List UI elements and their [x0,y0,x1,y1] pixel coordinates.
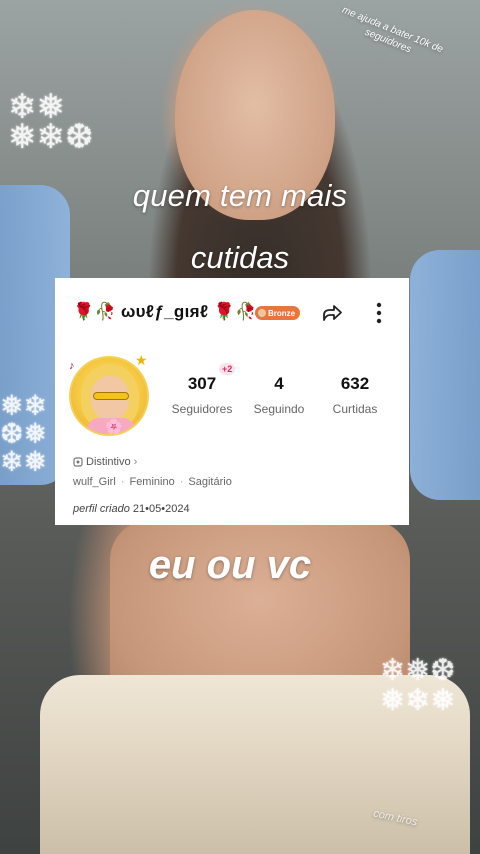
followers-count: 307 [187,374,217,393]
more-options-button[interactable] [367,300,391,326]
created-date: 21•05•2024 [132,503,190,515]
profile-created: perfil criado 21•05•2024 [73,503,190,515]
chevron-right-icon: › [133,456,138,468]
star-icon: ★ [135,352,148,368]
overlay-title-line-2: cutidas [190,240,290,275]
bronze-badge-icon [258,309,266,317]
profile-details: wulf_Girl · Feminino · Sagitário [73,476,232,488]
share-button[interactable] [319,300,345,326]
badge-label: Bronze [268,308,296,318]
separator-dot: · [120,476,125,488]
profile-handle: wulf_Girl [73,476,116,488]
bronze-badge[interactable]: Bronze [255,306,301,320]
following-stat[interactable]: 4 Seguindo [247,374,311,416]
profile-sign: Sagitário [188,476,232,488]
right-sleeve [410,250,480,500]
profile-header: 🌹🥀 ωυℓƒ_gιяℓ 🌹🥀 Bronze [55,278,409,348]
pants-shape [40,675,470,854]
badge-outline-icon [73,457,83,467]
likes-count: 632 [340,374,370,393]
following-count: 4 [274,374,284,393]
overlay-bottom-text: eu ou vc [148,543,312,587]
likes-stat[interactable]: 632 Curtidas [325,374,385,416]
profile-username: 🌹🥀 ωυℓƒ_gιяℓ 🌹🥀 [73,302,257,321]
profile-gender: Feminino [129,476,175,488]
profile-card: 🌹🥀 ωυℓƒ_gιяℓ 🌹🥀 Bronze ★ ♪ 🌸 +2 307 Segu… [55,278,409,525]
following-label: Seguindo [253,402,305,416]
distintivo-link[interactable]: Distintivo › [73,456,137,468]
avatar-sunglasses [93,392,129,400]
followers-label: Seguidores [171,402,233,416]
distintivo-label: Distintivo [86,456,131,468]
likes-label: Curtidas [332,402,378,416]
share-arrow-icon [323,305,342,321]
music-note-icon: ♪ [69,360,75,372]
followers-stat[interactable]: 307 Seguidores [167,374,237,416]
flower-icon: 🌸 [105,418,123,434]
overlay-title-line-1: quem tem mais [132,178,348,213]
separator-dot: · [179,476,184,488]
created-label: perfil criado [73,503,130,515]
more-vertical-icon [376,302,382,324]
